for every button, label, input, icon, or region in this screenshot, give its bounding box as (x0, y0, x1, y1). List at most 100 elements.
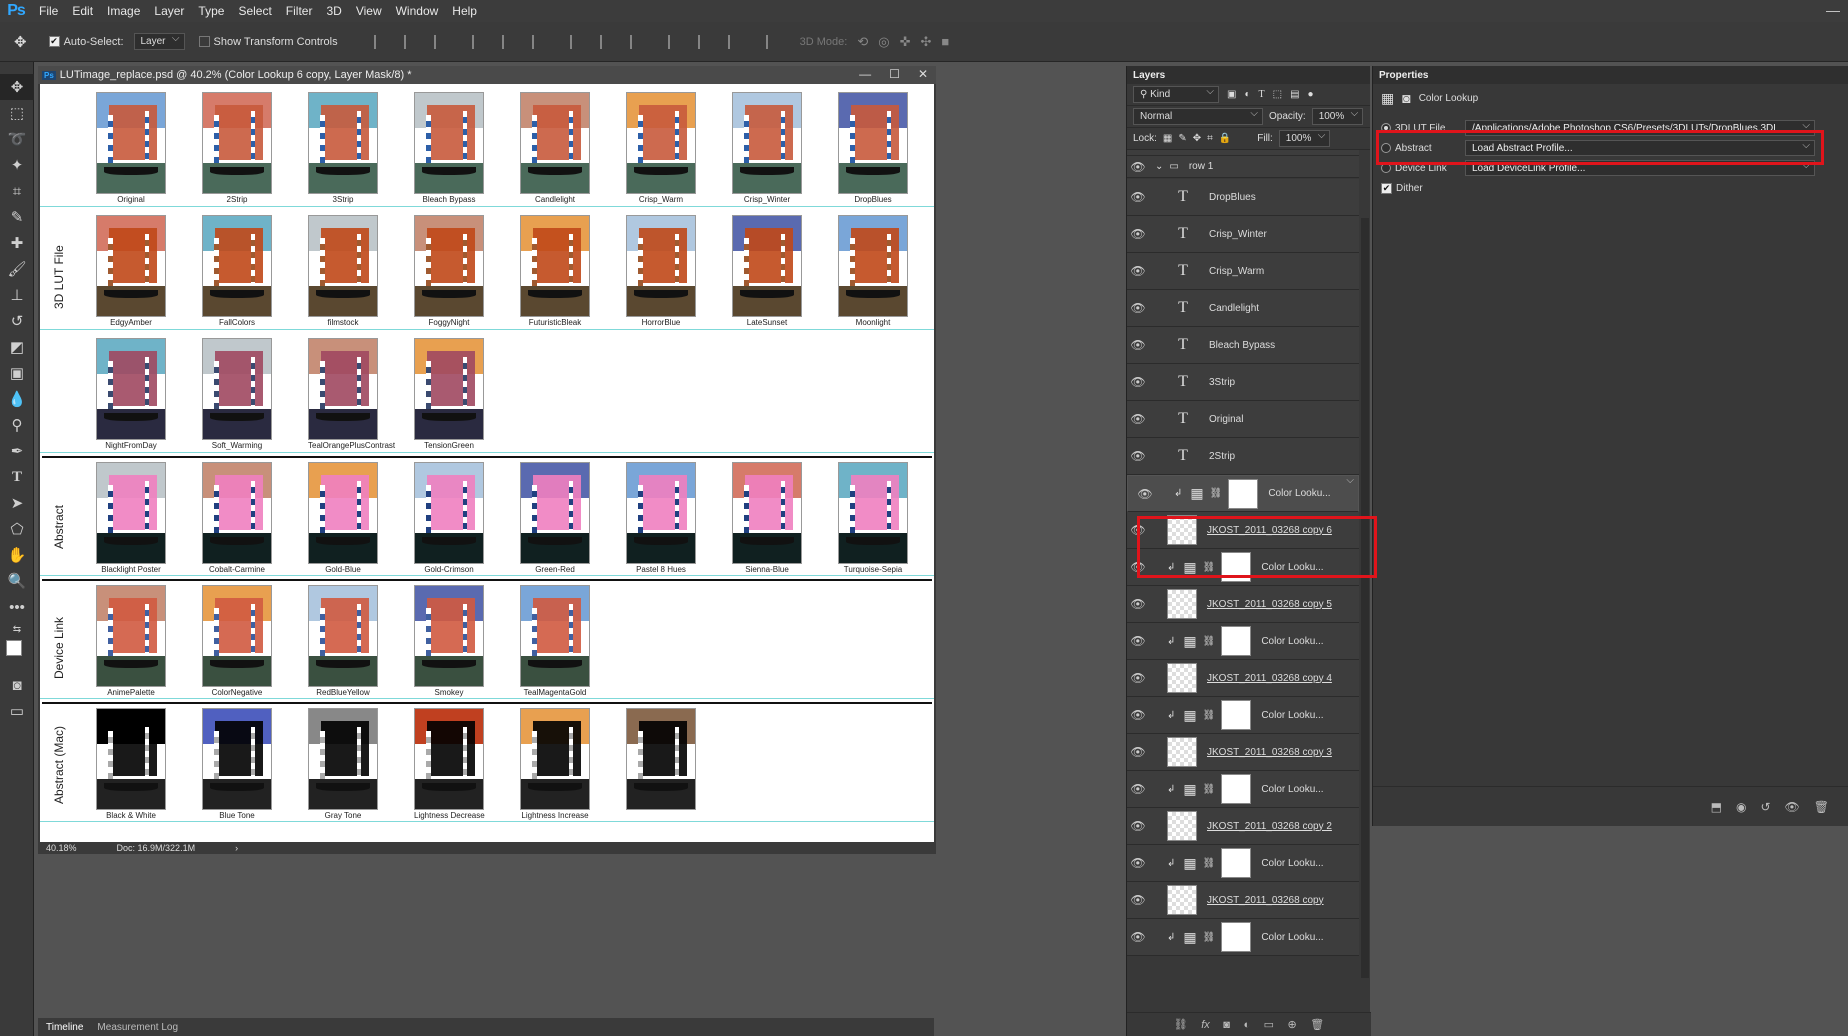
visibility-eye-icon[interactable]: 👁 (1127, 930, 1149, 944)
lock-transparent-icon[interactable]: ▦ (1163, 133, 1172, 144)
visibility-eye-icon[interactable]: 👁 (1127, 160, 1149, 174)
visibility-eye-icon[interactable]: 👁 (1127, 597, 1149, 611)
layer-row[interactable]: 👁 T Bleach Bypass (1127, 327, 1359, 364)
document-canvas[interactable]: Original 2Strip 3Strip Bleach Bypass Candlel… (40, 84, 934, 842)
auto-select-target-dropdown[interactable]: Layer (133, 33, 185, 50)
layer-row[interactable]: 👁 JKOST_2011_03268 copy 4 (1127, 660, 1359, 697)
visibility-eye-icon[interactable]: 👁 (1127, 893, 1149, 907)
filter-shape-icon[interactable]: ⬚ (1273, 89, 1282, 100)
visibility-eye-icon[interactable]: 👁 (1127, 264, 1149, 278)
distribute-vcenter-icon[interactable] (599, 34, 614, 49)
blur-tool-icon[interactable]: 💧 (0, 386, 34, 412)
visibility-eye-icon[interactable]: 👁 (1127, 338, 1149, 352)
zoom-level[interactable]: 40.18% (46, 843, 77, 853)
layer-row[interactable]: 👁 T 2Strip (1127, 438, 1359, 475)
visibility-eye-icon[interactable]: 👁 (1127, 190, 1149, 204)
layer-row[interactable]: 👁 T Candlelight (1127, 290, 1359, 327)
visibility-eye-icon[interactable]: 👁 (1127, 523, 1149, 537)
layer-row[interactable]: 👁 JKOST_2011_03268 copy 5 (1127, 586, 1359, 623)
layer-thumbnail[interactable] (1167, 663, 1197, 693)
menu-select[interactable]: Select (231, 0, 278, 22)
link-icon[interactable]: ⛓ (1203, 562, 1216, 573)
layer-mask-thumbnail[interactable] (1221, 774, 1252, 804)
layer-thumbnail[interactable] (1167, 737, 1197, 767)
visibility-eye-icon[interactable]: 👁 (1127, 634, 1149, 648)
filter-smart-object-icon[interactable]: ▤ (1290, 89, 1299, 100)
layer-row[interactable]: 👁 T Crisp_Winter (1127, 216, 1359, 253)
foreground-color-swatch[interactable] (6, 640, 22, 656)
lut-file-radio[interactable] (1381, 123, 1391, 133)
doc-maximize-icon[interactable]: ☐ (889, 67, 900, 81)
layer-row[interactable]: 👁 JKOST_2011_03268 copy 3 (1127, 734, 1359, 771)
visibility-eye-icon[interactable]: 👁 (1127, 560, 1149, 574)
visibility-eye-icon[interactable]: 👁 (1127, 227, 1149, 241)
add-mask-icon[interactable]: ◙ (1223, 1019, 1230, 1031)
doc-close-icon[interactable]: ✕ (918, 67, 928, 81)
marquee-tool-icon[interactable]: ⬚ (0, 100, 34, 126)
lock-all-icon[interactable]: 🔒 (1219, 133, 1231, 144)
type-tool-icon[interactable]: T (0, 464, 34, 490)
auto-align-icon[interactable] (765, 34, 780, 49)
link-icon[interactable]: ⛓ (1203, 932, 1216, 943)
layer-row[interactable]: 👁 T 3Strip (1127, 364, 1359, 401)
visibility-eye-icon[interactable]: 👁 (1127, 150, 1149, 152)
lock-position-icon[interactable]: ✥ (1193, 133, 1201, 144)
dodge-tool-icon[interactable]: ⚲ (0, 412, 34, 438)
visibility-eye-icon[interactable]: 👁 (1127, 301, 1149, 315)
link-icon[interactable]: ⛓ (1203, 710, 1216, 721)
layer-row[interactable]: 👁 T DropBlues (1127, 179, 1359, 216)
filter-pixel-icon[interactable]: ▣ (1227, 89, 1236, 100)
dither-checkbox[interactable]: ✔ (1381, 182, 1392, 194)
filter-toggle-icon[interactable]: ● (1308, 89, 1314, 100)
layer-row[interactable]: 👁 ↲ ▦ ⛓ Color Looku... (1127, 697, 1359, 734)
auto-select-checkbox[interactable]: ✔ Auto-Select: (48, 36, 124, 48)
layer-thumbnail[interactable] (1167, 589, 1197, 619)
show-transform-checkbox[interactable]: Show Transform Controls (198, 36, 338, 48)
menu-layer[interactable]: Layer (147, 0, 191, 22)
visibility-eye-icon[interactable]: 👁 (1134, 487, 1156, 501)
menu-edit[interactable]: Edit (65, 0, 100, 22)
lock-artboard-icon[interactable]: ⌗ (1207, 133, 1213, 144)
menu-image[interactable]: Image (100, 0, 147, 22)
layer-mask-thumbnail[interactable] (1221, 700, 1252, 730)
link-icon[interactable]: ⛓ (1203, 858, 1216, 869)
eyedropper-tool-icon[interactable]: ✎ (0, 204, 34, 230)
document-tab[interactable]: Ps LUTimage_replace.psd @ 40.2% (Color L… (38, 66, 936, 84)
brush-tool-icon[interactable]: 🖌 (0, 256, 34, 282)
layers-scrollbar[interactable] (1361, 218, 1369, 978)
layer-row[interactable]: 👁 ↲ ▦ ⛓ Color Looku... (1127, 475, 1359, 512)
layer-thumbnail[interactable] (1167, 885, 1197, 915)
3d-roll-icon[interactable]: ◎ (878, 34, 889, 50)
tab-measurement-log[interactable]: Measurement Log (97, 1022, 178, 1033)
visibility-eye-icon[interactable]: 👁 (1127, 449, 1149, 463)
pen-tool-icon[interactable]: ✒ (0, 438, 34, 464)
visibility-eye-icon[interactable]: 👁 (1127, 745, 1149, 759)
distribute-left-icon[interactable] (667, 34, 682, 49)
status-arrow-icon[interactable]: › (235, 843, 238, 853)
distribute-right-icon[interactable] (727, 34, 742, 49)
healing-brush-tool-icon[interactable]: ✚ (0, 230, 34, 256)
visibility-eye-icon[interactable]: 👁 (1127, 856, 1149, 870)
layer-mask-thumbnail[interactable] (1228, 478, 1259, 509)
filter-type-icon[interactable]: T (1259, 89, 1265, 100)
move-tool-icon[interactable]: ✥ (14, 33, 27, 51)
layer-row[interactable]: 👁 JKOST_2011_03268 copy (1127, 882, 1359, 919)
layer-row[interactable]: 👁 ↲ ▦ ⛓ Color Looku... (1127, 845, 1359, 882)
opacity-field[interactable]: 100% (1311, 108, 1364, 125)
layer-row[interactable]: 👁 ↲ ▦ ⛓ Color Looku... (1127, 549, 1359, 586)
delete-layer-icon[interactable]: 🗑 (1310, 1018, 1324, 1031)
abstract-radio[interactable] (1381, 143, 1391, 153)
more-tools-icon[interactable]: ••• (0, 594, 34, 620)
link-icon[interactable]: ⛓ (1210, 488, 1223, 499)
menu-view[interactable]: View (349, 0, 389, 22)
fill-field[interactable]: 100% (1278, 130, 1331, 147)
reset-icon[interactable]: ↺ (1760, 800, 1770, 814)
document-info[interactable]: Doc: 16.9M/322.1M (117, 843, 196, 853)
gradient-tool-icon[interactable]: ▣ (0, 360, 34, 386)
link-icon[interactable]: ⛓ (1203, 784, 1216, 795)
layer-row[interactable]: 👁 JKOST_2011_03268 copy 2 (1127, 808, 1359, 845)
link-icon[interactable]: ⛓ (1203, 636, 1216, 647)
visibility-eye-icon[interactable]: 👁 (1127, 671, 1149, 685)
layer-mask-thumbnail[interactable] (1221, 552, 1252, 582)
new-layer-icon[interactable]: ⊕ (1288, 1018, 1297, 1031)
